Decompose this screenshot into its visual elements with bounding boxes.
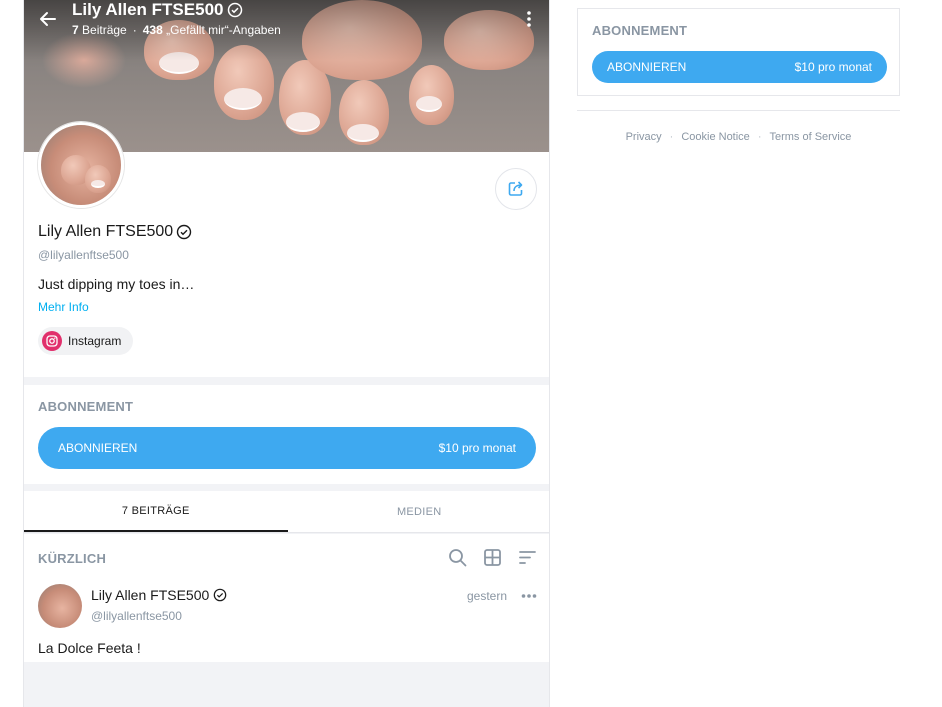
subscribe-label: ABONNIEREN [58,441,138,455]
more-info-link[interactable]: Mehr Info [38,300,89,314]
instagram-icon [42,331,62,351]
cover-header: Lily Allen FTSE500 7 Beiträge · 438 „Gef… [24,0,549,44]
share-icon [508,181,523,196]
cover-toe [339,80,389,145]
subscription-title: ABONNEMENT [38,399,134,414]
profile-name: Lily Allen FTSE500 [38,223,192,241]
footer-links: Privacy · Cookie Notice · Terms of Servi… [577,131,900,143]
header-title: Lily Allen FTSE500 [72,0,243,20]
cover-nail [224,88,262,110]
subscribe-price: $10 pro monat [438,441,516,455]
profile-tabs: 7 BEITRÄGE MEDIEN [24,491,550,533]
profile-name-text: Lily Allen FTSE500 [38,223,174,240]
profile-handle: @lilyallenftse500 [38,248,129,262]
grid-icon[interactable] [483,548,502,567]
sidebar-subscription-title: ABONNEMENT [592,23,688,38]
post-text: La Dolce Feeta ! [38,640,141,656]
subscribe-button[interactable]: ABONNIEREN $10 pro monat [38,427,536,469]
header-name: Lily Allen FTSE500 [72,0,224,19]
sidebar-divider [577,110,900,111]
verified-icon [228,2,243,18]
post-author-handle: @lilyallenftse500 [91,609,182,623]
verified-icon [213,588,227,602]
posts-count: 7 [72,23,79,37]
cover-toe [409,65,454,125]
profile-bio: Just dipping my toes in… [38,276,195,292]
feed: KÜRZLICH Lily Allen FTSE500 @lilyallenft… [24,534,549,662]
terms-link[interactable]: Terms of Service [769,131,851,143]
stat-separator: · [132,23,137,37]
cover-toe [214,45,274,120]
cover-nail [416,96,442,112]
verified-icon [176,224,192,240]
share-button[interactable] [495,168,537,210]
sidebar-subscribe-label: ABONNIEREN [607,60,687,74]
feed-toolbar [448,548,537,567]
sort-icon[interactable] [518,548,537,567]
cover-nail [159,52,199,74]
sidebar-subscribe-price: $10 pro monat [794,60,872,74]
subscription-card: ABONNEMENT ABONNIEREN $10 pro monat [24,385,549,484]
instagram-label: Instagram [68,334,122,348]
footer-separator: · [757,131,762,143]
post-author-name: Lily Allen FTSE500 [91,587,210,603]
avatar-toe [85,165,111,193]
cookie-notice-link[interactable]: Cookie Notice [681,131,749,143]
sidebar-subscription-card: ABONNEMENT ABONNIEREN $10 pro monat [577,8,900,96]
posts-label: Beiträge [82,23,127,37]
back-arrow-icon[interactable] [38,9,58,29]
avatar-nail [91,180,105,188]
tab-posts[interactable]: 7 BEITRÄGE [24,491,288,532]
cover-toe [279,60,331,135]
more-vertical-icon[interactable] [523,10,535,28]
likes-stat: 438 „Gefällt mir“-Angaben [143,23,281,37]
likes-label: „Gefällt mir“-Angaben [166,23,281,37]
instagram-link[interactable]: Instagram [38,327,134,355]
post-avatar[interactable] [38,584,82,628]
likes-count: 438 [142,23,163,37]
tab-media[interactable]: MEDIEN [288,491,550,532]
more-horizontal-icon[interactable] [521,593,537,599]
post-timestamp[interactable]: gestern [467,589,507,603]
footer-separator: · [669,131,674,143]
search-icon[interactable] [448,548,467,567]
cover-nail [286,112,320,132]
post-author[interactable]: Lily Allen FTSE500 [91,587,227,603]
sidebar-subscribe-button[interactable]: ABONNIEREN $10 pro monat [592,51,887,83]
profile-column: Lily Allen FTSE500 7 Beiträge · 438 „Gef… [23,0,550,707]
cover-nail [347,124,379,142]
posts-stat: 7 Beiträge [72,23,127,37]
privacy-link[interactable]: Privacy [626,131,662,143]
header-stats: 7 Beiträge · 438 „Gefällt mir“-Angaben [72,23,281,37]
avatar[interactable] [38,122,124,208]
feed-heading: KÜRZLICH [38,551,107,566]
